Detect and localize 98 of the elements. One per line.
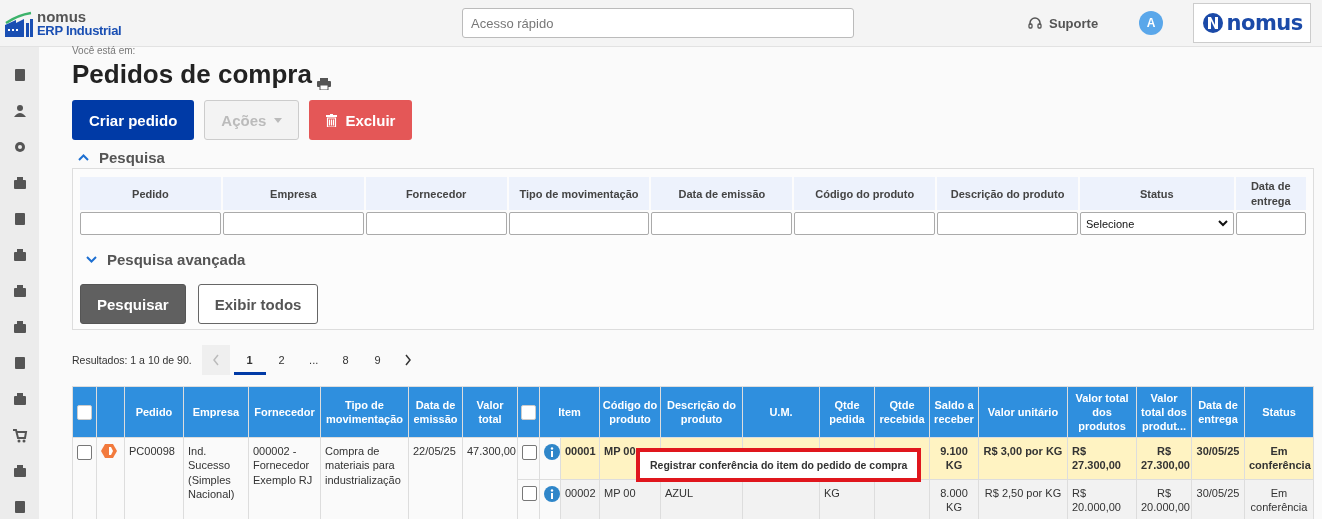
table-cell: 47.300,00: [462, 437, 518, 519]
filter-label: Pedido: [80, 177, 221, 211]
table-cell: R$ 3,00 por KG: [978, 437, 1068, 480]
status-select[interactable]: Selecione: [1080, 212, 1234, 236]
table-cell: R$ 20.000,00: [1067, 479, 1137, 519]
page-link[interactable]: 1: [233, 345, 266, 376]
table-cell: 00001: [560, 437, 600, 480]
search-button[interactable]: Pesquisar: [80, 284, 186, 325]
filter-field[interactable]: [365, 212, 507, 236]
chevron-icon: [78, 154, 89, 162]
tooltip: Registrar conferência do item do pedido de compra: [636, 448, 922, 483]
column-header: Código do produto: [599, 386, 661, 438]
results-count: Resultados: 1 a 10 de 90.: [72, 354, 192, 367]
search-field[interactable]: Acesso rápido: [462, 8, 854, 38]
column-header: Tipo de movimentação: [320, 386, 409, 438]
column-header: Descrição do produto: [660, 386, 743, 438]
info-icon[interactable]: [544, 485, 560, 502]
column-header: Status: [1244, 386, 1314, 438]
table-cell: 30/05/25: [1191, 479, 1245, 519]
chevron-icon: [86, 256, 97, 264]
action-button[interactable]: Excluir: [309, 100, 413, 141]
logo-subtitle: ERP Industrial: [37, 24, 122, 37]
support-link[interactable]: Suporte: [1028, 15, 1099, 31]
column-header: Valor total dos produt...: [1136, 386, 1192, 438]
table-cell: 9.100 KG: [929, 437, 979, 480]
row-checkbox[interactable]: [77, 444, 92, 460]
person-icon[interactable]: [11, 103, 28, 119]
row-checkbox[interactable]: [522, 444, 537, 460]
column-header: Valor total dos produtos: [1067, 386, 1137, 438]
column-header: U.M.: [742, 386, 820, 438]
factory-logo-icon: [4, 11, 34, 37]
column-header: Valor total: [462, 386, 518, 438]
table-cell: MP 00: [599, 479, 661, 519]
column-header: Valor unitário: [978, 386, 1068, 438]
column-header: Qtde pedida: [819, 386, 875, 438]
search-button[interactable]: Exibir todos: [197, 284, 319, 325]
action-button[interactable]: Criar pedido: [72, 100, 195, 141]
table-cell: 00002: [560, 479, 600, 519]
status-hexagon-icon: [101, 444, 117, 459]
page-link[interactable]: ...: [297, 345, 330, 376]
column-header: Item: [539, 386, 600, 438]
filter-label: Empresa: [222, 177, 364, 211]
table-cell: Ind. Sucesso (Simples Nacional): [183, 437, 249, 519]
filter-field[interactable]: [1235, 212, 1306, 236]
print-icon[interactable]: [316, 78, 331, 91]
filter-label: Descrição do produto: [937, 177, 1078, 211]
table-cell: R$ 20.000,00: [1136, 479, 1192, 519]
brand-logo: nomus: [1193, 3, 1312, 43]
column-header: Empresa: [183, 386, 249, 438]
briefcase-icon[interactable]: [11, 247, 28, 263]
filter-field[interactable]: [937, 212, 1078, 236]
table-cell: PC00098: [124, 437, 184, 519]
search-toggle[interactable]: Pesquisa: [78, 149, 1314, 167]
page-title: Pedidos de compra: [72, 59, 312, 91]
page-link[interactable]: 2: [265, 345, 298, 376]
cart-icon[interactable]: [11, 427, 28, 443]
filter-field[interactable]: [794, 212, 936, 236]
column-header: Data de emissão: [408, 386, 463, 438]
page-link[interactable]: 9: [361, 345, 394, 376]
table-cell: Compra de materiais para industrialização: [320, 437, 409, 519]
select-all-checkbox[interactable]: [77, 405, 92, 420]
table-cell: Em conferência: [1244, 437, 1314, 480]
filter-field[interactable]: [508, 212, 650, 236]
table-cell: R$ 27.300,00: [1067, 437, 1137, 480]
advanced-search-toggle[interactable]: Pesquisa avançada: [86, 251, 1306, 269]
select-all-checkbox[interactable]: [521, 405, 536, 420]
filter-label: Código do produto: [794, 177, 936, 211]
caret-icon: [274, 117, 283, 123]
column-header: Saldo a receber: [929, 386, 979, 438]
table-cell: 000002 - Fornecedor Exemplo RJ: [248, 437, 321, 519]
filter-label: Tipo de movimentação: [508, 177, 650, 211]
archive-icon[interactable]: [11, 391, 28, 407]
filter-label: Status: [1080, 177, 1234, 211]
filter-field[interactable]: [80, 212, 221, 236]
filter-label: Fornecedor: [365, 177, 507, 211]
info-icon[interactable]: [544, 444, 560, 461]
logo-name: nomus: [37, 9, 88, 24]
n-logo-icon: [1201, 12, 1224, 34]
table-cell: 30/05/25: [1191, 437, 1245, 480]
filter-field[interactable]: [222, 212, 364, 236]
breadcrumb-label: Você está em:: [72, 45, 137, 56]
page-link[interactable]: 8: [329, 345, 362, 376]
table-cell: 22/05/25: [408, 437, 463, 519]
column-header: Data de entrega: [1191, 386, 1245, 438]
column-header: Pedido: [124, 386, 184, 438]
table-cell: Em conferência: [1244, 479, 1314, 519]
trash-icon: [326, 113, 338, 127]
table-cell: R$ 2,50 por KG: [978, 479, 1068, 519]
row-checkbox[interactable]: [522, 486, 537, 502]
chevron-icon: [1217, 220, 1228, 228]
column-header: Qtde recebida: [874, 386, 930, 438]
filter-label: Data de emissão: [651, 177, 793, 211]
table-cell: 8.000 KG: [929, 479, 979, 519]
filter-label: Data de entrega: [1235, 177, 1306, 211]
column-header: Fornecedor: [248, 386, 321, 438]
headset-icon: [1028, 16, 1042, 30]
table-cell: R$ 27.300,00: [1136, 437, 1192, 480]
filter-field[interactable]: [651, 212, 793, 236]
